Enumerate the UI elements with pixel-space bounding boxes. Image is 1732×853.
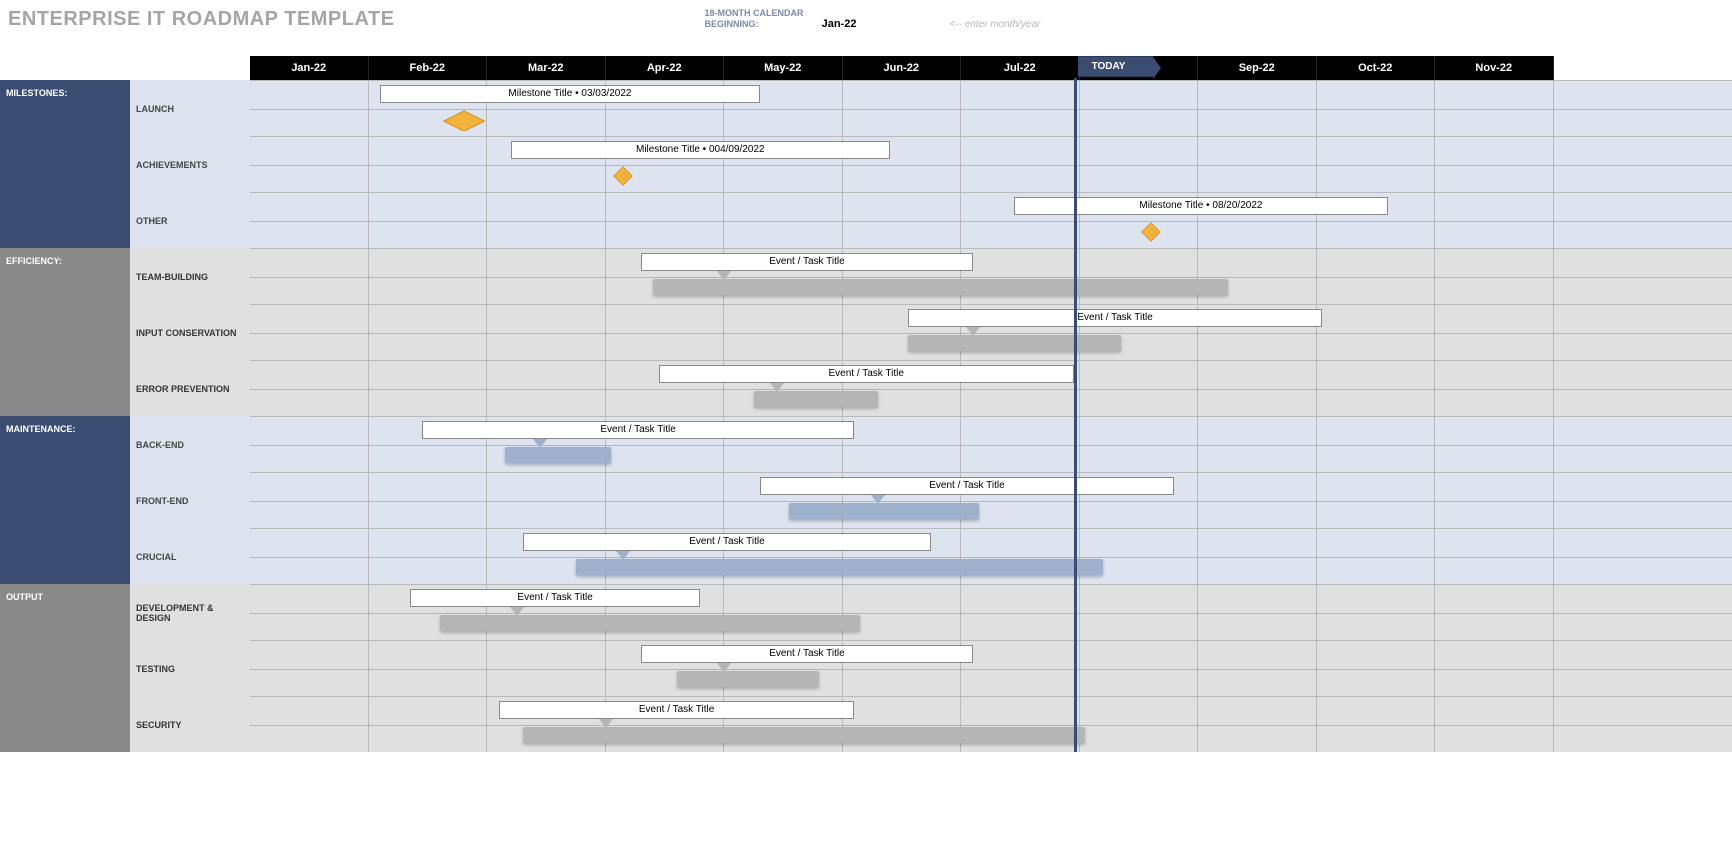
milestone-diamond-icon[interactable] [1140, 221, 1162, 243]
caret-down-icon [966, 327, 980, 336]
input-hint: <-- enter month/year [950, 19, 1041, 30]
caret-down-icon [717, 271, 731, 280]
task-bar[interactable] [754, 391, 878, 407]
row-label: ERROR PREVENTION [130, 360, 250, 416]
task-bar[interactable] [789, 503, 979, 519]
today-marker: TODAY [1078, 56, 1154, 77]
row-label: INPUT CONSERVATION [130, 304, 250, 360]
timeline: Event / Task Title Event / Task Title Even… [250, 248, 1732, 416]
milestone-label[interactable]: Milestone Title • 08/20/2022 [1014, 197, 1387, 215]
beginning-value[interactable]: Jan-22 [822, 18, 857, 30]
caret-down-icon [770, 383, 784, 392]
task-bar[interactable] [653, 279, 1228, 295]
row-label: FRONT-END [130, 472, 250, 528]
month-header: Jan-22 [250, 56, 369, 80]
month-header: Jul-22 [961, 56, 1080, 80]
task-bar[interactable] [677, 671, 819, 687]
milestone-diamond-icon[interactable] [612, 165, 634, 187]
gantt-row: Milestone Title • 08/20/2022 [250, 192, 1732, 248]
row-label: CRUCIAL [130, 528, 250, 584]
row-label: TEAM-BUILDING [130, 248, 250, 304]
today-line [1074, 78, 1077, 752]
months-header: Jan-22Feb-22Mar-22Apr-22May-22Jun-22Jul-… [0, 56, 1732, 80]
task-label[interactable]: Event / Task Title [410, 589, 700, 607]
month-header: Feb-22 [369, 56, 488, 80]
gantt-row: Event / Task Title [250, 248, 1732, 304]
gantt-row: Event / Task Title [250, 360, 1732, 416]
gantt-row: Event / Task Title [250, 528, 1732, 584]
task-label[interactable]: Event / Task Title [760, 477, 1175, 495]
task-bar[interactable] [505, 447, 612, 463]
row-label: LAUNCH [130, 80, 250, 136]
month-header: Nov-22 [1435, 56, 1554, 80]
gantt-row: Milestone Title • 03/03/2022 [250, 80, 1732, 136]
task-bar[interactable] [440, 615, 861, 631]
timeline: Event / Task Title Event / Task Title Even… [250, 416, 1732, 584]
task-label[interactable]: Event / Task Title [523, 533, 932, 551]
row-label: TESTING [130, 640, 250, 696]
gantt-row: Milestone Title • 004/09/2022 [250, 136, 1732, 192]
caret-down-icon [616, 551, 630, 560]
month-header: Sep-22 [1198, 56, 1317, 80]
section: MILESTONES:LAUNCHACHIEVEMENTSOTHERMilest… [0, 80, 1732, 248]
section: MAINTENANCE:BACK-ENDFRONT-ENDCRUCIALEven… [0, 416, 1732, 584]
section-label: MAINTENANCE: [0, 416, 130, 584]
month-header: May-22 [724, 56, 843, 80]
gantt-row: Event / Task Title [250, 304, 1732, 360]
section: EFFICIENCY:TEAM-BUILDINGINPUT CONSERVATI… [0, 248, 1732, 416]
gantt-row: Event / Task Title [250, 472, 1732, 528]
milestone-diamond-icon[interactable] [433, 109, 493, 131]
month-header: Apr-22 [606, 56, 725, 80]
row-label: SECURITY [130, 696, 250, 752]
milestone-label[interactable]: Milestone Title • 004/09/2022 [511, 141, 890, 159]
task-label[interactable]: Event / Task Title [908, 309, 1323, 327]
row-label: OTHER [130, 192, 250, 248]
gantt-row: Event / Task Title [250, 584, 1732, 640]
section: OUTPUTDEVELOPMENT & DESIGNTESTINGSECURIT… [0, 584, 1732, 752]
section-label: OUTPUT [0, 584, 130, 752]
task-bar[interactable] [523, 727, 1086, 743]
milestone-label[interactable]: Milestone Title • 03/03/2022 [380, 85, 759, 103]
task-bar[interactable] [576, 559, 1103, 575]
caret-down-icon [717, 663, 731, 672]
caret-down-icon [871, 495, 885, 504]
caret-down-icon [533, 439, 547, 448]
timeline: Event / Task Title Event / Task Title Even… [250, 584, 1732, 752]
row-label: DEVELOPMENT & DESIGN [130, 584, 250, 640]
gantt-row: Event / Task Title [250, 640, 1732, 696]
gantt-row: Event / Task Title [250, 416, 1732, 472]
row-label: BACK-END [130, 416, 250, 472]
caret-down-icon [599, 719, 613, 728]
task-label[interactable]: Event / Task Title [422, 421, 855, 439]
today-label: TODAY [1078, 56, 1154, 77]
timeline: Milestone Title • 03/03/2022 Milestone Ti… [250, 80, 1732, 248]
calendar-range-label: 18-MONTH CALENDAR [705, 8, 1041, 18]
page-title: ENTERPRISE IT ROADMAP TEMPLATE [8, 8, 395, 31]
month-header: Oct-22 [1317, 56, 1436, 80]
task-label[interactable]: Event / Task Title [641, 253, 973, 271]
task-label[interactable]: Event / Task Title [641, 645, 973, 663]
gantt-row: Event / Task Title [250, 696, 1732, 752]
month-header: Jun-22 [843, 56, 962, 80]
section-label: MILESTONES: [0, 80, 130, 248]
section-label: EFFICIENCY: [0, 248, 130, 416]
task-label[interactable]: Event / Task Title [499, 701, 855, 719]
task-label[interactable]: Event / Task Title [659, 365, 1074, 383]
caret-down-icon [510, 607, 524, 616]
month-header: Mar-22 [487, 56, 606, 80]
row-label: ACHIEVEMENTS [130, 136, 250, 192]
task-bar[interactable] [908, 335, 1121, 351]
beginning-label: BEGINNING: [705, 19, 759, 29]
